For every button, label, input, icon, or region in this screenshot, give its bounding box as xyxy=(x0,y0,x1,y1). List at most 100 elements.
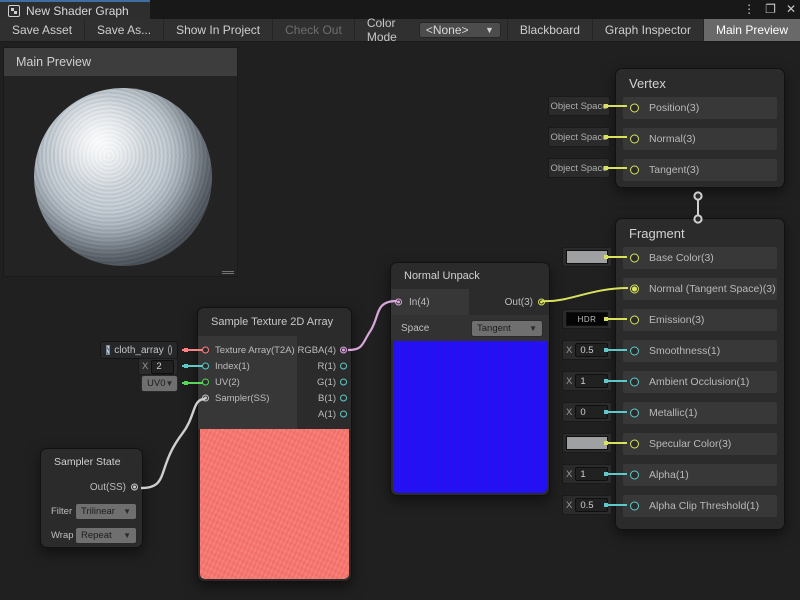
x-axis-label: X xyxy=(566,345,572,356)
port-icon-sampler[interactable] xyxy=(202,395,209,402)
port-icon-smoothness[interactable] xyxy=(630,347,639,356)
port-icon-ambient-occlusion[interactable] xyxy=(630,378,639,387)
smoothness-field[interactable]: X 0.5 xyxy=(562,340,612,360)
port-icon-g[interactable] xyxy=(340,379,347,386)
node-vertex-titlebar[interactable]: Vertex xyxy=(616,69,784,97)
node-sampler-state-title: Sampler State xyxy=(54,456,121,468)
default-object-space-position[interactable]: Object Space xyxy=(548,96,610,116)
node-normal-unpack-titlebar[interactable]: Normal Unpack xyxy=(391,263,549,289)
color-swatch[interactable] xyxy=(566,250,608,264)
main-preview-title: Main Preview xyxy=(16,55,91,69)
property-name: cloth_array xyxy=(114,345,163,356)
color-mode-dropdown[interactable]: <None> ▼ xyxy=(419,22,501,38)
space-setting-row: Space Tangent ▼ xyxy=(391,315,549,341)
window-menu-icon[interactable]: ⋮ xyxy=(743,0,755,19)
ambient-occlusion-field[interactable]: X 1 xyxy=(562,371,612,391)
default-object-space-tangent[interactable]: Object Space xyxy=(548,158,610,178)
uv-channel-value: UV0 xyxy=(147,378,165,389)
chevron-down-icon: ▼ xyxy=(485,25,494,35)
wrap-dropdown[interactable]: Repeat ▼ xyxy=(75,527,137,544)
window-maximize-icon[interactable]: ❐ xyxy=(765,0,776,19)
float-input[interactable]: 1 xyxy=(575,467,608,481)
port-icon-metallic[interactable] xyxy=(630,409,639,418)
default-object-space-normal[interactable]: Object Space xyxy=(548,127,610,147)
blackboard-toggle-button[interactable]: Blackboard xyxy=(507,19,592,41)
port-icon-a[interactable] xyxy=(340,411,347,418)
port-icon-normal[interactable] xyxy=(630,135,639,144)
port-icon-emission[interactable] xyxy=(630,316,639,325)
object-space-label: Object Space xyxy=(550,101,607,112)
slot-label: Sampler(SS) xyxy=(215,393,269,404)
float-input[interactable]: 2 xyxy=(151,360,174,374)
slot-metallic: Metallic(1) xyxy=(623,402,777,424)
uv-channel-dropdown[interactable]: UV0 ▼ xyxy=(141,375,178,392)
port-icon-uv[interactable] xyxy=(202,379,209,386)
metallic-field[interactable]: X 0 xyxy=(562,402,612,422)
graph-inspector-toggle-button[interactable]: Graph Inspector xyxy=(592,19,703,41)
panel-resize-handle[interactable] xyxy=(222,271,234,274)
slot-label: R(1) xyxy=(318,361,336,372)
specular-color-field[interactable] xyxy=(562,433,612,453)
float-input[interactable]: 0.5 xyxy=(575,343,608,357)
color-mode-value: <None> xyxy=(426,23,469,37)
slot-label: Ambient Occlusion(1) xyxy=(649,376,749,388)
output-out-ss: Out(SS) xyxy=(41,475,142,499)
sample-texture-inputs: Texture Array(T2A) Index(1) UV(2) Sample… xyxy=(198,336,297,429)
main-preview-toggle-button[interactable]: Main Preview xyxy=(703,19,800,41)
main-preview-header[interactable]: Main Preview xyxy=(4,48,237,76)
node-sample-texture-titlebar[interactable]: Sample Texture 2D Array xyxy=(198,308,351,336)
filter-dropdown[interactable]: Trilinear ▼ xyxy=(75,503,137,520)
object-space-label: Object Space xyxy=(550,132,607,143)
color-swatch[interactable] xyxy=(566,436,608,450)
base-color-field[interactable] xyxy=(562,247,612,267)
port-icon-specular-color[interactable] xyxy=(630,440,639,449)
port-icon-out-ss[interactable] xyxy=(131,484,138,491)
port-icon-out3[interactable] xyxy=(538,299,545,306)
node-fragment-titlebar[interactable]: Fragment xyxy=(616,219,784,247)
node-sampler-state-titlebar[interactable]: Sampler State xyxy=(41,449,142,475)
port-icon-r[interactable] xyxy=(340,363,347,370)
graph-canvas[interactable]: Main Preview Vertex Position(3) Normal(3… xyxy=(0,42,800,600)
tab-new-shader-graph[interactable]: New Shader Graph xyxy=(0,0,150,19)
slot-emission: Emission(3) xyxy=(623,309,777,331)
float-input[interactable]: 0.5 xyxy=(575,498,608,512)
alpha-clip-threshold-field[interactable]: X 0.5 xyxy=(562,495,612,515)
port-icon-tangent[interactable] xyxy=(630,166,639,175)
emission-hdr-field[interactable]: HDR xyxy=(562,309,612,329)
float-input[interactable]: 0 xyxy=(575,405,608,419)
alpha-field[interactable]: X 1 xyxy=(562,464,612,484)
port-icon-index[interactable] xyxy=(202,363,209,370)
x-axis-label: X xyxy=(566,500,572,511)
x-axis-label: X xyxy=(566,469,572,480)
node-normal-unpack: Normal Unpack In(4) Out(3) Space Tangent… xyxy=(390,262,550,496)
slot-label: UV(2) xyxy=(215,377,240,388)
port-icon-alpha-clip[interactable] xyxy=(630,502,639,511)
float-input[interactable]: 1 xyxy=(575,374,608,388)
port-icon-position[interactable] xyxy=(630,104,639,113)
space-dropdown[interactable]: Tangent ▼ xyxy=(471,320,543,337)
node-sampler-state: Sampler State Out(SS) Filter Trilinear ▼… xyxy=(40,448,143,548)
window-close-icon[interactable]: ✕ xyxy=(786,0,796,19)
main-preview-viewport[interactable] xyxy=(4,76,237,276)
index-field[interactable]: X 2 xyxy=(138,358,178,375)
slot-label: Index(1) xyxy=(215,361,250,372)
port-icon-rgba[interactable] xyxy=(340,347,347,354)
slot-label: Metallic(1) xyxy=(649,407,697,419)
output-rgba: RGBA(4) xyxy=(297,342,351,358)
port-icon-normal-tangent[interactable] xyxy=(630,285,639,294)
port-icon-b[interactable] xyxy=(340,395,347,402)
save-as-button[interactable]: Save As... xyxy=(85,19,164,41)
save-asset-button[interactable]: Save Asset xyxy=(0,19,85,41)
port-icon-base-color[interactable] xyxy=(630,254,639,263)
wrap-value: Repeat xyxy=(81,530,112,541)
slot-normal-tangent-space: Normal (Tangent Space)(3) xyxy=(623,278,777,300)
port-icon-alpha[interactable] xyxy=(630,471,639,480)
port-icon-in4[interactable] xyxy=(395,299,402,306)
property-pill-cloth-array[interactable]: cloth_array xyxy=(100,341,178,359)
show-in-project-button[interactable]: Show In Project xyxy=(164,19,273,41)
object-space-label: Object Space xyxy=(550,163,607,174)
hdr-color-swatch[interactable]: HDR xyxy=(566,312,608,326)
slot-label: Tangent(3) xyxy=(649,164,699,176)
port-icon-texture-array[interactable] xyxy=(202,347,209,354)
x-axis-label: X xyxy=(566,407,572,418)
